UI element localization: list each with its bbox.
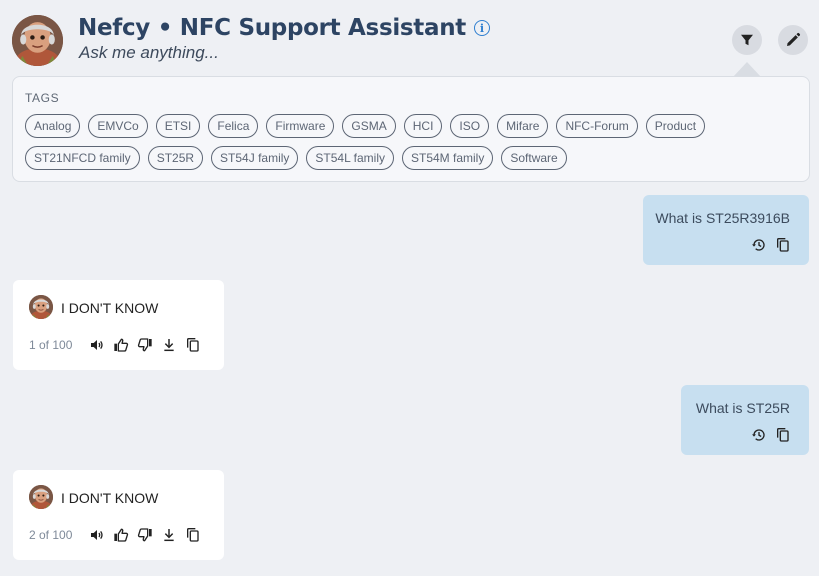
page-subtitle: Ask me anything... [79,43,219,62]
thumbs-down-icon[interactable] [137,527,153,543]
tag-firmware[interactable]: Firmware [266,114,335,138]
tags-label: TAGS [25,91,60,105]
filter-button[interactable] [732,25,762,55]
tag-iso[interactable]: ISO [450,114,490,138]
tag-analog[interactable]: Analog [25,114,81,138]
tag-st21nfcd-family[interactable]: ST21NFCD family [25,146,140,170]
copy-icon[interactable] [775,427,791,443]
tag-etsi[interactable]: ETSI [155,114,201,138]
user-message-actions [751,427,791,443]
tags-panel-caret [733,62,761,77]
tags-list: Analog EMVCo ETSI Felica Firmware GSMA H… [25,114,805,170]
user-message-text: What is ST25R [695,400,790,416]
thumbs-up-icon[interactable] [113,337,129,353]
title-row: Nefcy • NFC Support Assistant i [78,15,490,41]
tag-nfc-forum[interactable]: NFC-Forum [556,114,638,138]
tag-st54l-family[interactable]: ST54L family [306,146,394,170]
copy-icon[interactable] [185,527,201,543]
history-icon[interactable] [751,237,767,253]
message-counter: 2 of 100 [29,528,73,542]
bot-message-text: I DON'T KNOW [61,300,159,316]
page-title: Nefcy • NFC Support Assistant [78,15,466,41]
copy-icon[interactable] [775,237,791,253]
bot-message-actions [89,527,201,543]
user-message: What is ST25R3916B [643,195,809,265]
bot-message: I DON'T KNOW 1 of 100 [13,280,224,370]
tags-panel: TAGS Analog EMVCo ETSI Felica Firmware G… [12,76,810,182]
tag-gsma[interactable]: GSMA [342,114,396,138]
tag-product[interactable]: Product [645,114,706,138]
thumbs-down-icon[interactable] [137,337,153,353]
tag-mifare[interactable]: Mifare [497,114,549,138]
bot-message-text: I DON'T KNOW [61,490,159,506]
tag-st25r[interactable]: ST25R [147,146,204,170]
assistant-avatar-small [29,295,53,319]
user-message-text: What is ST25R3916B [655,210,790,226]
bot-message: I DON'T KNOW 2 of 100 [13,470,224,560]
download-icon[interactable] [161,337,177,353]
message-counter: 1 of 100 [29,338,73,352]
assistant-avatar [12,15,63,66]
thumbs-up-icon[interactable] [113,527,129,543]
bot-message-actions [89,337,201,353]
speaker-icon[interactable] [89,337,105,353]
edit-button[interactable] [778,25,808,55]
tag-software[interactable]: Software [501,146,567,170]
filter-icon [738,31,756,49]
tag-emvco[interactable]: EMVCo [88,114,148,138]
info-icon[interactable]: i [474,20,490,36]
tag-hci[interactable]: HCI [403,114,443,138]
copy-icon[interactable] [185,337,201,353]
user-message: What is ST25R [681,385,809,455]
tag-st54m-family[interactable]: ST54M family [402,146,494,170]
app-header: Nefcy • NFC Support Assistant i Ask me a… [0,0,819,72]
edit-icon [784,31,802,49]
history-icon[interactable] [751,427,767,443]
tag-st54j-family[interactable]: ST54J family [211,146,299,170]
assistant-avatar-small [29,485,53,509]
speaker-icon[interactable] [89,527,105,543]
tag-felica[interactable]: Felica [208,114,259,138]
download-icon[interactable] [161,527,177,543]
user-message-actions [751,237,791,253]
